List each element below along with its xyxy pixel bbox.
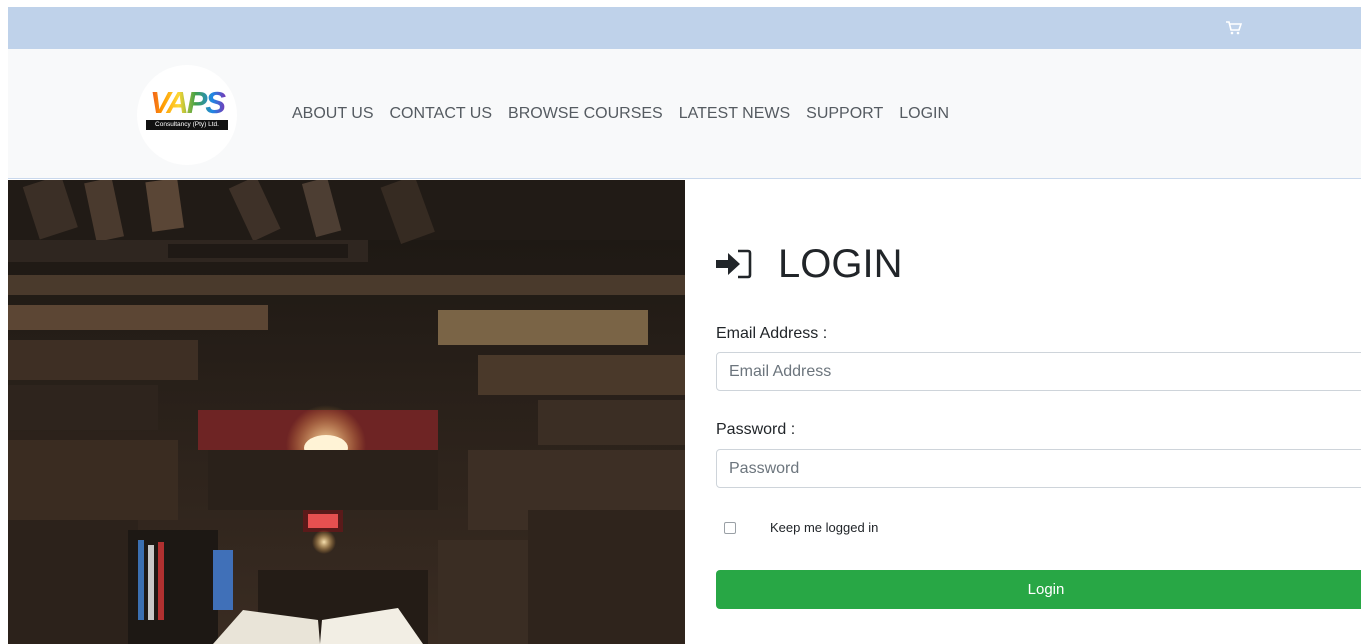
page-title: LOGIN bbox=[778, 242, 903, 286]
library-hero-image bbox=[8, 180, 685, 644]
nav-latest-news[interactable]: LATEST NEWS bbox=[671, 103, 798, 125]
remember-me-checkbox[interactable] bbox=[724, 521, 736, 534]
nav-contact-us[interactable]: CONTACT US bbox=[382, 103, 501, 125]
logo-wordmark: VAPS bbox=[145, 87, 229, 118]
login-form: LOGIN Email Address : Password : Keep me… bbox=[716, 180, 1361, 644]
remember-me-label[interactable]: Keep me logged in bbox=[770, 520, 878, 535]
email-label: Email Address : bbox=[716, 325, 828, 342]
shopping-cart-icon[interactable] bbox=[1226, 21, 1242, 35]
nav-browse-courses[interactable]: BROWSE COURSES bbox=[500, 103, 671, 125]
sign-in-icon bbox=[716, 249, 752, 279]
login-button[interactable]: Login bbox=[716, 570, 1361, 609]
nav-support[interactable]: SUPPORT bbox=[798, 103, 891, 125]
login-heading: LOGIN bbox=[716, 240, 902, 288]
nav-about-us[interactable]: ABOUT US bbox=[284, 103, 382, 125]
remember-me-row: Keep me logged in bbox=[724, 520, 878, 535]
top-bar bbox=[8, 7, 1361, 49]
password-label: Password : bbox=[716, 421, 796, 438]
nav-login[interactable]: LOGIN bbox=[891, 103, 957, 125]
brand-logo[interactable]: VAPS Consultancy (Pty) Ltd. bbox=[137, 65, 237, 165]
password-field[interactable] bbox=[716, 449, 1361, 488]
nav-links: ABOUT US CONTACT US BROWSE COURSES LATES… bbox=[284, 103, 957, 125]
main-navbar: VAPS Consultancy (Pty) Ltd. ABOUT US CON… bbox=[8, 49, 1361, 179]
email-field[interactable] bbox=[716, 352, 1361, 391]
library-photo bbox=[8, 180, 685, 644]
logo-subtitle: Consultancy (Pty) Ltd. bbox=[146, 120, 228, 130]
